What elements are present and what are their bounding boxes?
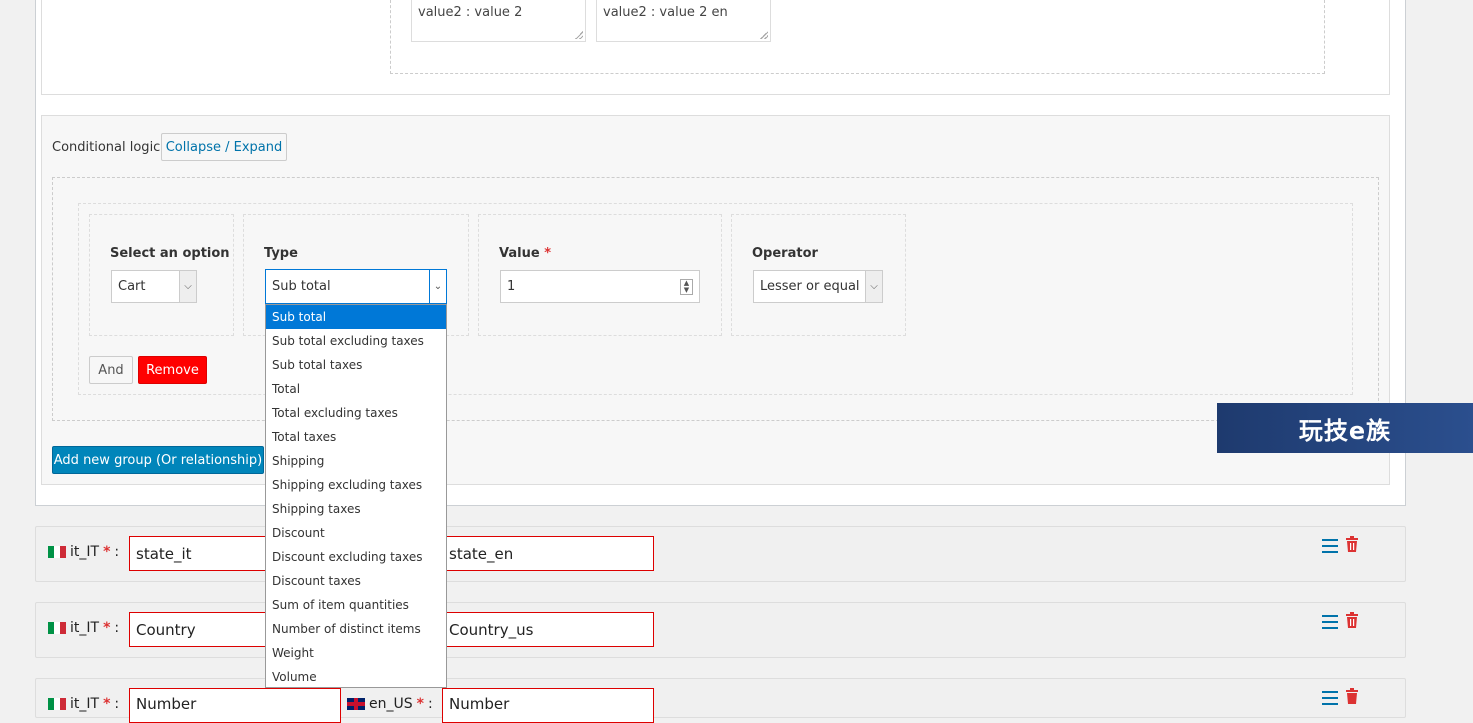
menu-icon[interactable] [1322, 615, 1338, 629]
lang-label: it_IT *: [48, 696, 119, 712]
select-option-title: Select an option [110, 246, 230, 261]
type-option[interactable]: Sub total taxes [266, 353, 446, 377]
type-option[interactable]: Volume [266, 665, 446, 687]
number-en-input[interactable]: Number [442, 688, 654, 723]
number-spinner-icon[interactable]: ▲ ▼ [680, 279, 693, 295]
chevron-down-icon: ⌵ [865, 271, 882, 302]
trash-icon[interactable] [1345, 688, 1359, 704]
value-title: Value * [499, 246, 551, 261]
lang-label: it_IT *: [48, 620, 119, 636]
value-number-text: 1 [507, 279, 516, 294]
lang-code: it_IT [70, 544, 100, 560]
menu-icon[interactable] [1322, 691, 1338, 705]
type-option[interactable]: Discount [266, 521, 446, 545]
lang-code: it_IT [70, 696, 100, 712]
value-title-text: Value [499, 246, 540, 261]
state-en-input[interactable]: state_en [442, 536, 654, 571]
flag-it-icon [48, 546, 66, 558]
menu-icon[interactable] [1322, 539, 1338, 553]
value-it-textarea[interactable]: value2 : value 2 [411, 0, 586, 42]
number-it-input[interactable]: Number [129, 688, 341, 723]
chevron-down-icon: ⌵ [179, 271, 196, 302]
watermark-logo: 玩技e族 [1217, 403, 1473, 453]
operator-select[interactable]: Lesser or equal ⌵ [753, 270, 883, 303]
separator: : [427, 696, 433, 712]
chevron-down-icon: ⌄ [429, 270, 446, 303]
select-option-value: Cart [118, 279, 146, 294]
value-en-text: value2 : value 2 en [603, 5, 728, 20]
type-dropdown-list: Sub total Sub total excluding taxes Sub to… [265, 304, 447, 688]
type-option[interactable]: Sub total [266, 305, 446, 329]
required-mark: * [416, 696, 424, 712]
operator-title: Operator [752, 246, 818, 261]
required-mark: * [544, 246, 551, 261]
type-option[interactable]: Sum of item quantities [266, 593, 446, 617]
trash-icon[interactable] [1345, 536, 1359, 552]
select-option-select[interactable]: Cart ⌵ [111, 270, 197, 303]
flag-it-icon [48, 622, 66, 634]
required-mark: * [103, 620, 111, 636]
type-option[interactable]: Shipping excluding taxes [266, 473, 446, 497]
flag-it-icon [48, 698, 66, 710]
type-option[interactable]: Total taxes [266, 425, 446, 449]
trash-icon[interactable] [1345, 612, 1359, 628]
separator: : [114, 696, 120, 712]
type-option[interactable]: Sub total excluding taxes [266, 329, 446, 353]
type-option[interactable]: Discount excluding taxes [266, 545, 446, 569]
type-option[interactable]: Total [266, 377, 446, 401]
lang-code: it_IT [70, 620, 100, 636]
value-en-textarea[interactable]: value2 : value 2 en [596, 0, 771, 42]
operator-value: Lesser or equal [760, 279, 860, 294]
separator: : [114, 544, 120, 560]
country-en-input[interactable]: Country_us [442, 612, 654, 647]
separator: : [114, 620, 120, 636]
lang-label-en: en_US *: [347, 696, 433, 712]
type-option[interactable]: Weight [266, 641, 446, 665]
type-option[interactable]: Discount taxes [266, 569, 446, 593]
type-option[interactable]: Shipping [266, 449, 446, 473]
type-select[interactable]: Sub total ⌄ [265, 269, 447, 304]
lang-label: it_IT *: [48, 544, 119, 560]
value-it-text: value2 : value 2 [418, 5, 523, 20]
flag-uk-icon [347, 698, 365, 710]
required-mark: * [103, 696, 111, 712]
value-number-input[interactable]: 1 ▲ ▼ [500, 270, 700, 303]
collapse-expand-button[interactable]: Collapse / Expand [161, 133, 287, 161]
type-option[interactable]: Total excluding taxes [266, 401, 446, 425]
conditional-logic-label: Conditional logic [52, 140, 161, 155]
type-title: Type [264, 246, 298, 261]
type-option[interactable]: Number of distinct items [266, 617, 446, 641]
and-button[interactable]: And [89, 356, 133, 384]
required-mark: * [103, 544, 111, 560]
lang-code: en_US [369, 696, 413, 712]
type-option[interactable]: Shipping taxes [266, 497, 446, 521]
type-value: Sub total [272, 279, 331, 294]
remove-button[interactable]: Remove [138, 356, 207, 384]
add-new-group-button[interactable]: Add new group (Or relationship) [52, 446, 264, 474]
